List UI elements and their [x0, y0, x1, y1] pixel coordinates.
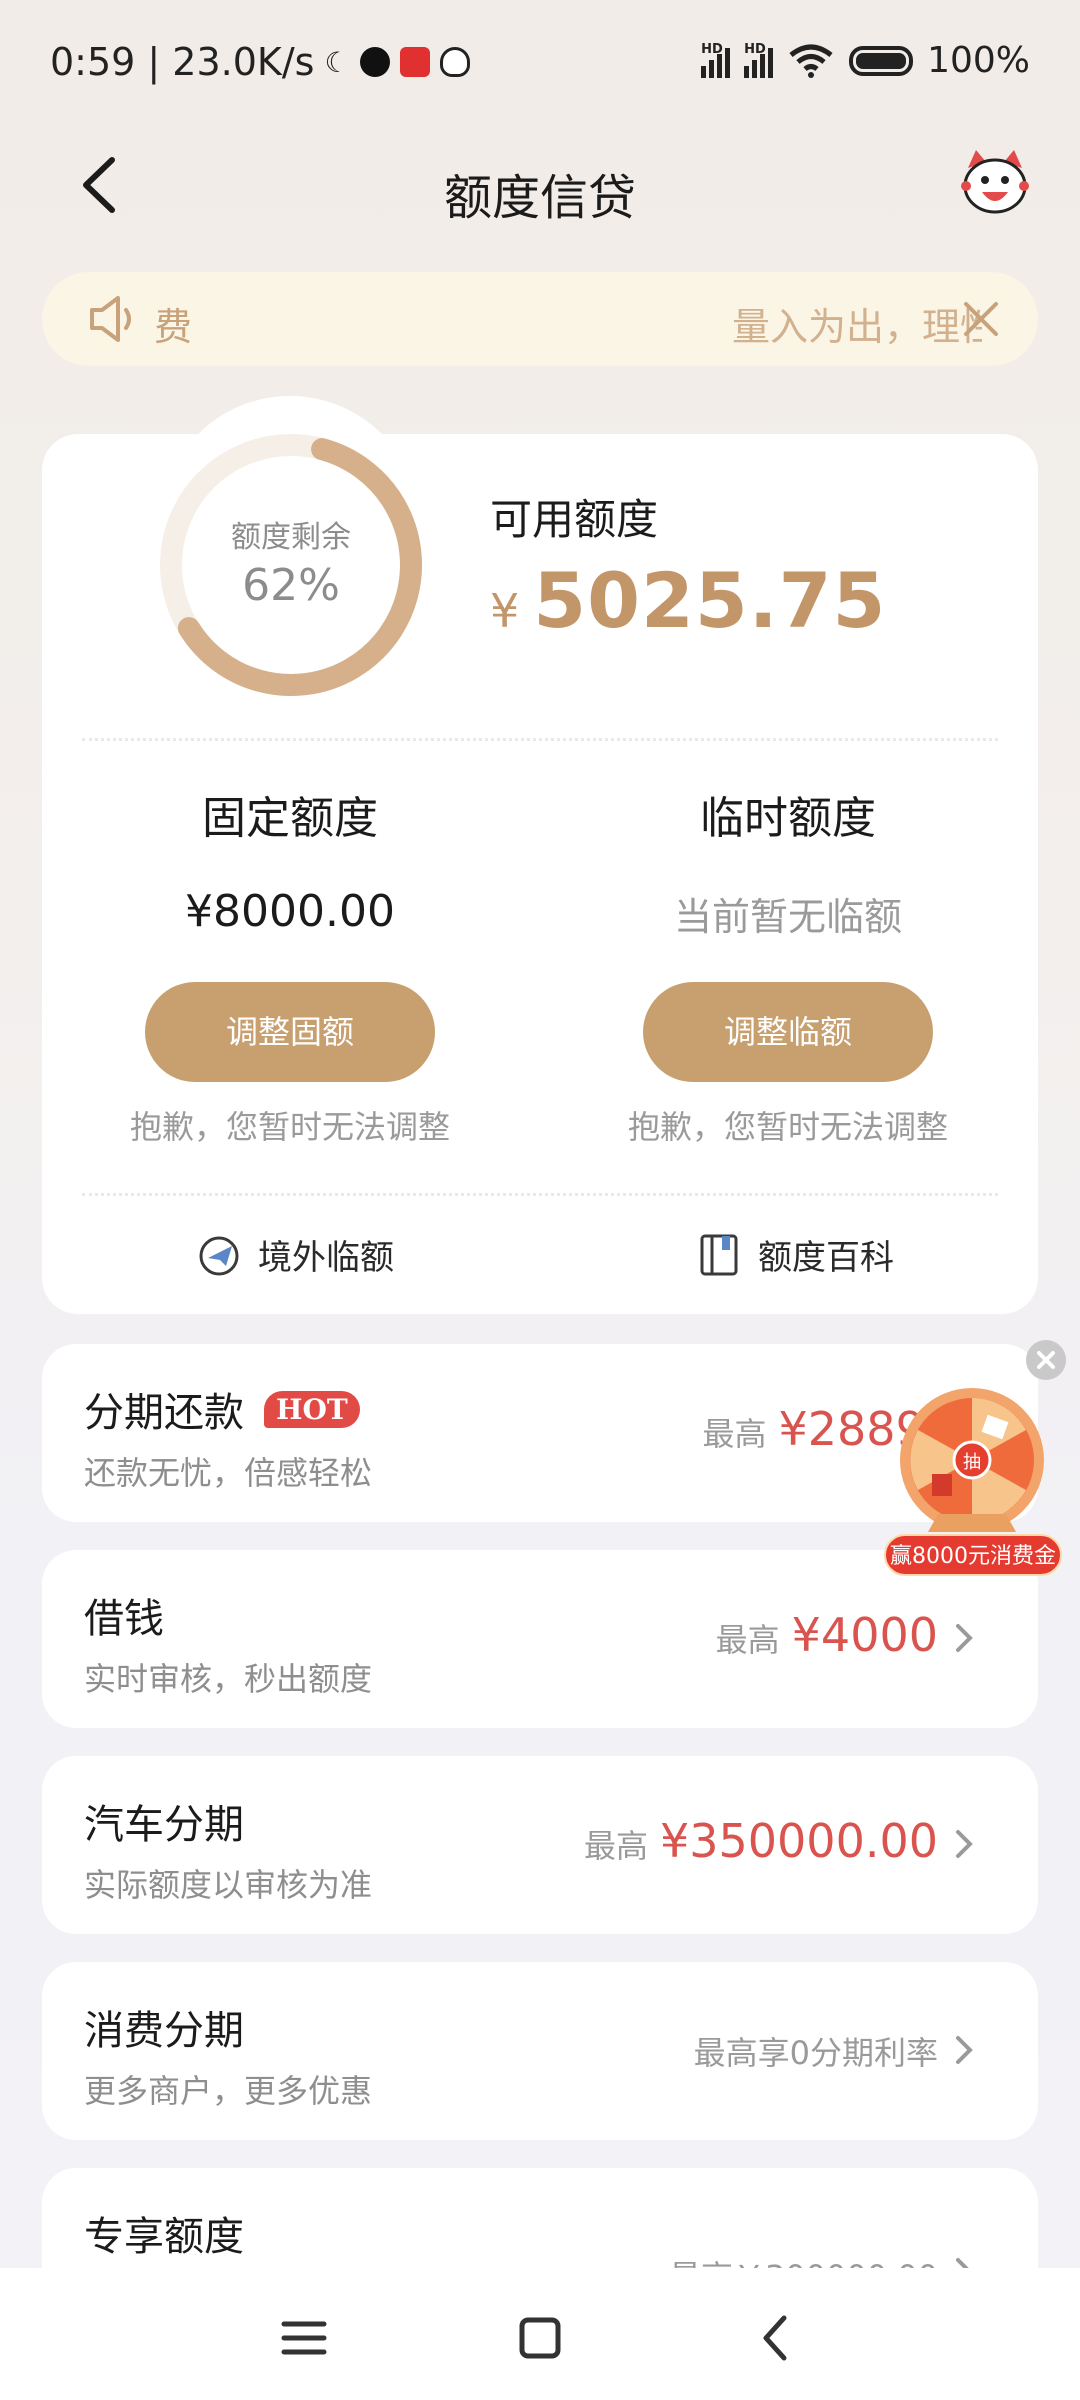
product-title: 分期还款 HOT: [84, 1380, 360, 1438]
fixed-note: 抱歉，您暂时无法调整: [129, 1108, 450, 1146]
battery-level: 100%: [927, 40, 1030, 81]
divider: [82, 738, 998, 741]
system-nav-bar: [0, 2268, 1080, 2400]
amount-prefix: 最高: [715, 1621, 780, 1659]
currency-symbol: ¥: [490, 584, 520, 638]
home-square-icon[interactable]: [510, 2308, 570, 2368]
globe-plane-icon: [199, 1236, 239, 1275]
product-desc: 更多商户，更多优惠: [84, 2072, 373, 2110]
fixed-quota: 固定额度 ¥8000.00 调整固额 抱歉，您暂时无法调整: [80, 782, 500, 1148]
available-amount: ¥ 5025.75: [490, 556, 886, 645]
amount-text: 最高享0分期利率: [693, 2034, 938, 2072]
product-title: 专享额度: [84, 2214, 244, 2260]
temp-quota: 临时额度 当前暂无临额 调整临额 抱歉，您暂时无法调整: [578, 782, 998, 1148]
product-desc: 还款无忧，倍感轻松: [84, 1454, 373, 1492]
temp-value: 当前暂无临额: [673, 895, 902, 939]
app-header: 额度信贷: [0, 130, 1080, 240]
ring-percent: 62%: [242, 560, 340, 611]
book-icon: [700, 1234, 738, 1275]
moon-icon: ☾: [324, 45, 350, 79]
qq-icon: [439, 47, 470, 77]
available-value: 5025.75: [533, 556, 887, 645]
status-right: HD HD 100%: [701, 40, 1030, 81]
tiktok-icon: [359, 47, 390, 77]
signal-icon: HD: [744, 42, 774, 78]
product-amount: 最高享0分期利率: [694, 2028, 938, 2074]
mascot-icon[interactable]: [958, 146, 1032, 220]
fixed-title: 固定额度: [202, 793, 378, 844]
product-desc: 实时审核，秒出额度: [84, 1660, 373, 1698]
temp-note: 抱歉，您暂时无法调整: [627, 1108, 948, 1146]
notice-bar[interactable]: 费 量入为出，理性: [42, 272, 1038, 366]
wifi-icon: [789, 44, 833, 78]
close-icon[interactable]: [960, 298, 1002, 340]
chevron-right-icon: [956, 1830, 973, 1858]
amount-prefix: 最高: [702, 1415, 767, 1453]
chevron-right-icon: [956, 1624, 973, 1652]
chevron-right-icon: [956, 2036, 973, 2064]
lottery-center-text: 抽: [963, 1452, 981, 1473]
page-title: 额度信贷: [443, 170, 636, 226]
amount-value: ¥350000.00: [659, 1814, 938, 1868]
app-icon: [399, 47, 430, 77]
hot-badge: HOT: [264, 1390, 360, 1428]
product-desc: 实际额度以审核为准: [84, 1866, 373, 1904]
menu-icon[interactable]: [274, 2308, 334, 2368]
close-icon[interactable]: [1026, 1340, 1066, 1380]
product-amount: 最高 ¥4000: [716, 1608, 938, 1662]
quota-wiki-link[interactable]: 额度百科: [696, 1230, 894, 1279]
overseas-temp-link[interactable]: 境外临额: [196, 1230, 394, 1279]
status-bar: 0:59 | 23.0K/s ☾ HD HD 100%: [0, 0, 1080, 130]
speaker-icon: [90, 296, 131, 342]
amount-value: ¥4000: [791, 1608, 938, 1662]
product-title: 消费分期: [84, 2008, 244, 2054]
temp-title: 临时额度: [700, 793, 876, 844]
available-label: 可用额度: [490, 495, 659, 544]
overseas-label: 境外临额: [258, 1238, 394, 1278]
time-speed: 0:59 | 23.0K/s: [50, 40, 315, 84]
product-row-consumer[interactable]: 消费分期 更多商户，更多优惠 最高享0分期利率: [42, 1962, 1038, 2140]
status-left: 0:59 | 23.0K/s ☾: [50, 40, 470, 84]
lottery-wheel-icon[interactable]: 抽: [888, 1382, 1068, 1552]
product-amount: 最高 ¥350000.00: [584, 1814, 938, 1868]
notice-text-scroll: 量入为出，理性: [732, 305, 982, 349]
battery-icon: [849, 45, 914, 76]
product-title-text: 分期还款: [84, 1390, 244, 1436]
divider: [82, 1193, 998, 1196]
product-row-borrow[interactable]: 借钱 实时审核，秒出额度 最高 ¥4000: [42, 1550, 1038, 1728]
signal-icon: HD: [701, 42, 731, 78]
product-title: 汽车分期: [84, 1802, 244, 1848]
back-triangle-icon[interactable]: [746, 2308, 806, 2368]
wiki-label: 额度百科: [758, 1238, 894, 1278]
fixed-value: ¥8000.00: [185, 886, 395, 937]
adjust-fixed-button[interactable]: 调整固额: [145, 982, 435, 1082]
notice-text: 费: [154, 305, 193, 349]
lottery-tag[interactable]: 赢8000元消费金: [884, 1534, 1062, 1576]
product-row-car[interactable]: 汽车分期 实际额度以审核为准 最高 ¥350000.00: [42, 1756, 1038, 1934]
product-title: 借钱: [84, 1596, 164, 1642]
ring-label: 额度剩余: [231, 520, 351, 555]
adjust-temp-button[interactable]: 调整临额: [643, 982, 933, 1082]
amount-prefix: 最高: [583, 1827, 648, 1865]
